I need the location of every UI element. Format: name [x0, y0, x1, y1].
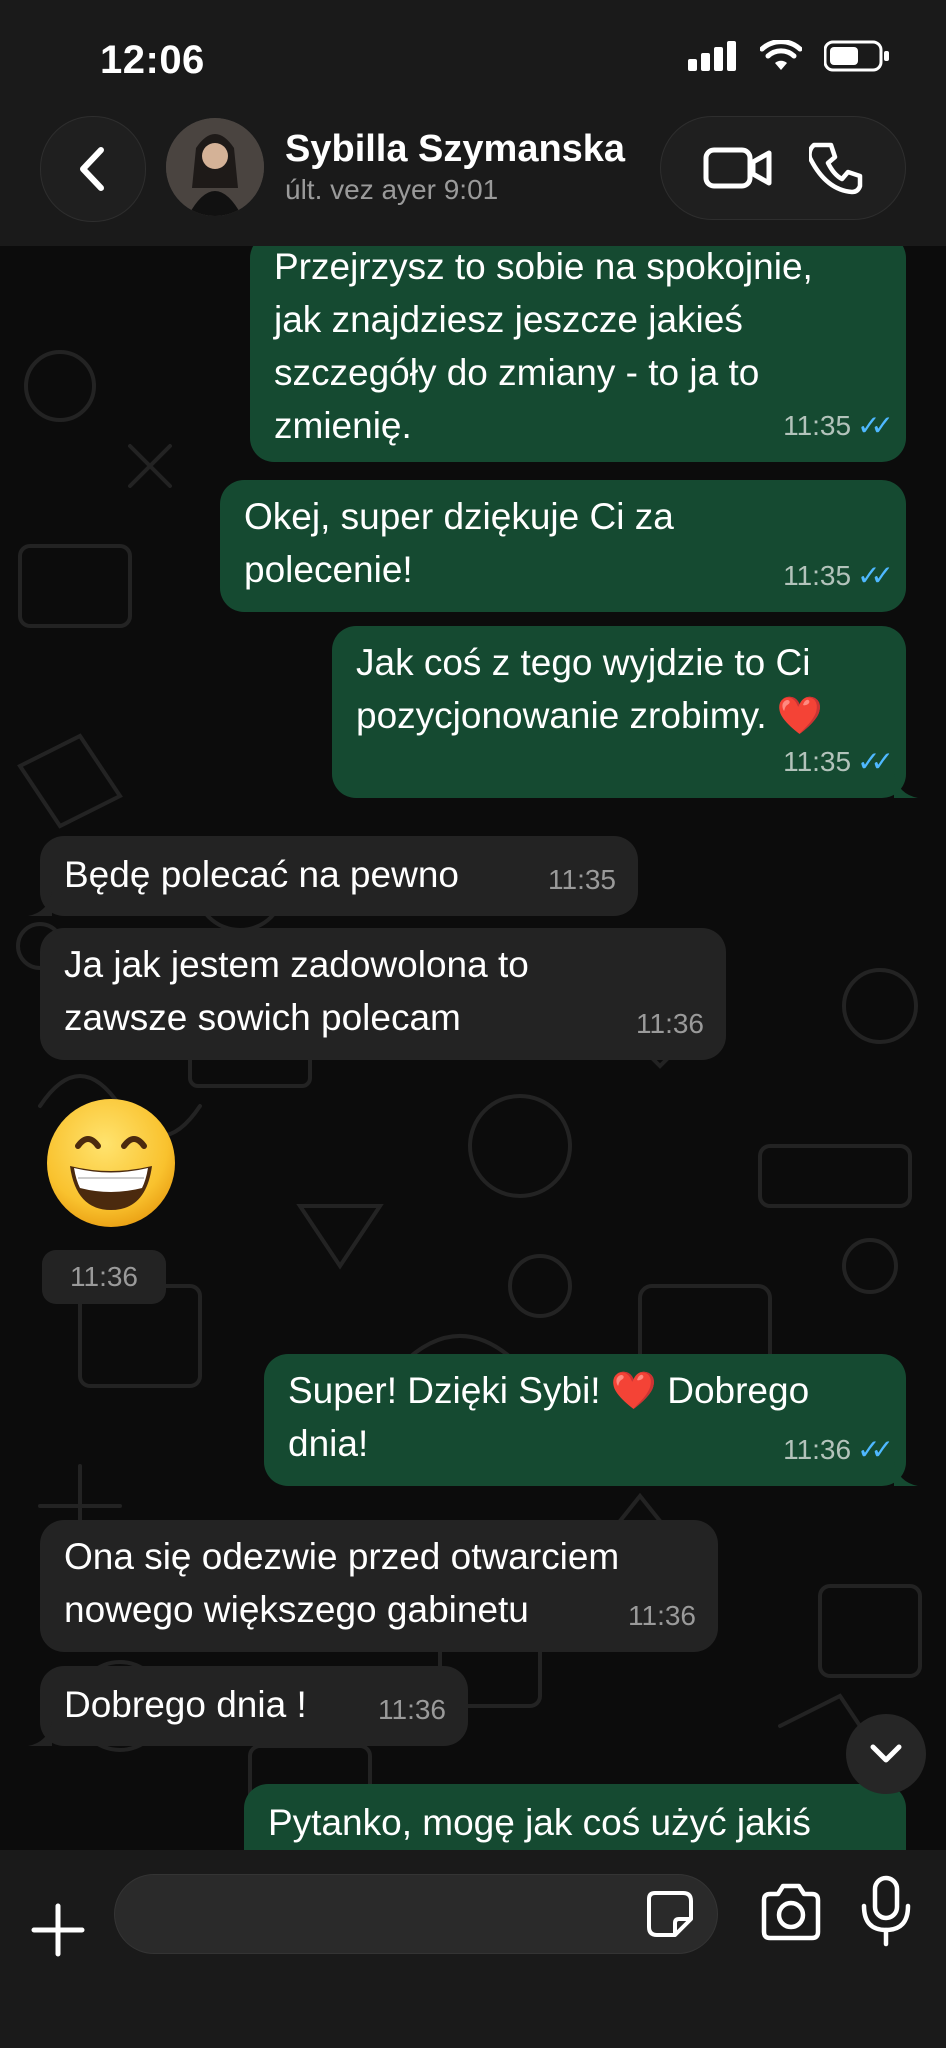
outgoing-message[interactable]: Pytanko, mogę jak coś użyć jakiś — [244, 1784, 906, 1850]
message-composer — [0, 1850, 946, 2048]
microphone-icon[interactable] — [856, 1874, 916, 1948]
back-button[interactable] — [40, 116, 146, 222]
contact-name[interactable]: Sybilla Szymanska — [285, 128, 625, 171]
message-list[interactable]: Przejrzysz to sobie na spokojnie, jak zn… — [0, 246, 946, 1850]
message-input-container[interactable] — [114, 1874, 718, 1954]
message-meta: 11:36 ✓✓ — [783, 1423, 894, 1476]
plus-icon[interactable] — [30, 1902, 86, 1958]
incoming-message[interactable]: Ona się odezwie przed otwarciem nowego w… — [40, 1520, 718, 1652]
message-time: 11:35 — [783, 410, 852, 441]
heart-emoji-icon: ❤️ — [610, 1370, 657, 1411]
avatar-photo — [166, 118, 264, 216]
status-time: 12:06 — [100, 38, 205, 82]
message-text: Ona się odezwie przed otwarciem nowego w… — [64, 1536, 620, 1630]
bubble-tail — [894, 1462, 918, 1486]
message-text: Będę polecać na pewno — [64, 854, 459, 895]
message-meta: 11:35 ✓✓ — [783, 399, 894, 452]
outgoing-message[interactable]: Super! Dzięki Sybi! ❤️ Dobrego dnia! 11:… — [264, 1354, 918, 1486]
call-actions — [660, 116, 906, 220]
wifi-icon — [760, 40, 802, 70]
message-meta: 11:36 — [628, 1589, 696, 1642]
outgoing-message[interactable]: Jak coś z tego wyjdzie to Ci pozycjonowa… — [332, 626, 918, 798]
camera-icon[interactable] — [758, 1880, 824, 1946]
chat-header: 12:06 Sybilla Szymanska últ. vez ayer 9:… — [0, 0, 946, 246]
message-time: 11:36 — [783, 1434, 852, 1465]
message-meta: 11:36 — [636, 997, 704, 1050]
status-icons — [688, 40, 890, 72]
battery-icon — [824, 40, 889, 72]
message-meta: 11:35 ✓✓ — [783, 735, 894, 788]
voice-call-icon[interactable] — [809, 141, 863, 195]
message-time: 11:36 — [378, 1694, 446, 1725]
outgoing-message[interactable]: Okej, super dziękuje Ci za polecenie! 11… — [220, 480, 906, 612]
video-call-icon[interactable] — [703, 145, 773, 191]
read-receipt-icon: ✓✓ — [857, 410, 894, 441]
message-time: 11:36 — [636, 1008, 704, 1039]
incoming-message[interactable]: Będę polecać na pewno 11:35 — [28, 836, 638, 916]
cellular-signal-icon — [688, 41, 736, 71]
scroll-to-bottom-button[interactable] — [846, 1714, 926, 1794]
read-receipt-icon: ✓✓ — [857, 1434, 894, 1465]
sticker-icon[interactable] — [645, 1889, 695, 1939]
message-text: Super! Dzięki Sybi! — [288, 1370, 601, 1411]
bubble-tail — [28, 1722, 52, 1746]
message-text: Pytanko, mogę jak coś użyć jakiś — [268, 1802, 811, 1843]
message-text: Ja jak jestem zadowolona to zawsze sowic… — [64, 944, 529, 1038]
read-receipt-icon: ✓✓ — [857, 746, 894, 777]
bubble-tail — [894, 774, 918, 798]
message-meta: 11:36 — [378, 1683, 446, 1736]
grinning-face-emoji[interactable] — [44, 1096, 178, 1230]
message-meta: 11:35 — [548, 853, 616, 906]
last-seen: últ. vez ayer 9:01 — [285, 174, 499, 205]
bubble-tail — [28, 892, 52, 916]
heart-emoji-icon: ❤️ — [776, 695, 823, 736]
message-time: 11:35 — [548, 864, 616, 895]
message-input[interactable] — [139, 1885, 623, 1945]
contact-avatar[interactable] — [166, 118, 264, 216]
back-icon — [80, 147, 104, 191]
message-time: 11:35 — [783, 746, 852, 777]
incoming-message[interactable]: Ja jak jestem zadowolona to zawsze sowic… — [40, 928, 726, 1060]
message-time: 11:36 — [42, 1250, 166, 1304]
message-text: Jak coś z tego wyjdzie to Ci pozycjonowa… — [356, 642, 811, 736]
incoming-message[interactable]: Dobrego dnia ! 11:36 — [28, 1666, 468, 1746]
message-time: 11:35 — [783, 560, 852, 591]
chevron-down-icon — [870, 1744, 902, 1763]
read-receipt-icon: ✓✓ — [857, 560, 894, 591]
message-time: 11:36 — [628, 1600, 696, 1631]
message-meta: 11:35 ✓✓ — [783, 549, 894, 602]
outgoing-message[interactable]: Przejrzysz to sobie na spokojnie, jak zn… — [250, 246, 906, 462]
